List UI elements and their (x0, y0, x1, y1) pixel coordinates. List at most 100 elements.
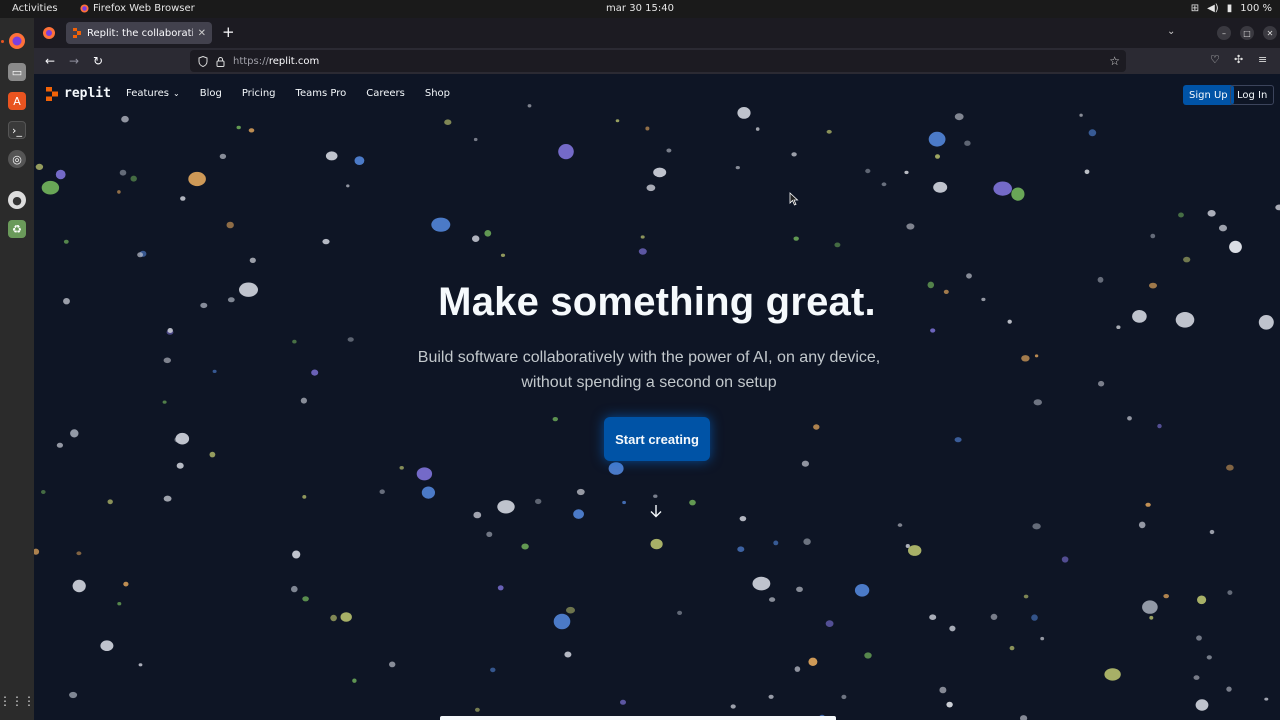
tab-replit[interactable]: Replit: the collaborative ✕ (66, 22, 212, 44)
show-apps-icon[interactable]: ⋮⋮⋮ (0, 692, 35, 710)
sign-up-button[interactable]: Sign Up (1183, 85, 1234, 105)
particle (949, 625, 956, 632)
particle (566, 606, 575, 614)
particle (1023, 594, 1029, 599)
particle (791, 152, 797, 157)
particle (558, 144, 574, 160)
particle (813, 424, 820, 430)
arrow-down-icon[interactable] (648, 503, 664, 519)
hamburger-icon[interactable]: ≡ (1258, 53, 1267, 66)
particle (1183, 256, 1191, 263)
particle (1157, 423, 1162, 429)
pocket-icon[interactable]: ♡ (1210, 53, 1220, 66)
particle (347, 337, 354, 342)
particle (70, 429, 79, 438)
disc-icon[interactable]: ● (8, 191, 26, 209)
particle (490, 667, 496, 673)
close-window-button[interactable]: ✕ (1263, 26, 1277, 40)
extensions-icon[interactable]: ✣ (1234, 53, 1243, 66)
particle (55, 169, 66, 180)
url-bar[interactable]: https://replit.com ☆ (190, 50, 1126, 72)
particle (188, 171, 206, 187)
particle (473, 137, 478, 142)
particle (620, 699, 626, 705)
maximize-button[interactable]: □ (1240, 26, 1254, 40)
particle (1021, 355, 1030, 362)
nav-pricing[interactable]: Pricing (242, 88, 276, 99)
particle (1098, 380, 1105, 387)
particle (1219, 224, 1227, 232)
particle (737, 546, 745, 552)
particle (1150, 233, 1156, 239)
software-center-icon[interactable]: A (8, 92, 26, 110)
chevron-down-icon[interactable]: ⌄ (1167, 26, 1175, 37)
particle (69, 691, 78, 699)
particle (1209, 529, 1215, 535)
particle (1163, 594, 1169, 599)
system-tray[interactable]: ⊞ ◀) ▮ 100 % (1191, 3, 1272, 14)
close-icon[interactable]: ✕ (198, 28, 206, 39)
particle (497, 500, 515, 514)
tab-bar: Replit: the collaborative ✕ + ⌄ – □ ✕ (34, 18, 1280, 48)
terminal-icon[interactable]: ›_ (8, 121, 26, 139)
replit-logo[interactable]: replit (46, 86, 111, 101)
particle (121, 115, 129, 123)
particle (1034, 354, 1039, 358)
files-icon[interactable]: ▭ (8, 63, 26, 81)
particle (904, 170, 909, 175)
particle (689, 499, 696, 506)
dock-firefox[interactable] (8, 32, 26, 50)
settings-icon[interactable]: ◎ (8, 150, 26, 168)
minimize-button[interactable]: – (1217, 26, 1231, 40)
trash-icon[interactable]: ♻ (8, 220, 26, 238)
particle (1088, 129, 1097, 137)
particle (41, 490, 46, 494)
particle (552, 417, 558, 422)
activities-button[interactable]: Activities (12, 3, 58, 14)
particle (564, 651, 572, 658)
particle (1084, 169, 1090, 175)
lock-icon[interactable] (216, 56, 225, 67)
particle (1033, 399, 1042, 406)
firefox-view-icon[interactable] (42, 26, 56, 40)
particle (1145, 502, 1151, 507)
primary-nav: Features ⌄ Blog Pricing Teams Pro Careers… (126, 88, 470, 99)
particle (76, 551, 82, 556)
particle (175, 432, 190, 445)
start-creating-button[interactable]: Start creating (604, 417, 710, 461)
nav-features[interactable]: Features ⌄ (126, 88, 180, 99)
particle (964, 140, 971, 146)
nav-teams-pro[interactable]: Teams Pro (296, 88, 347, 99)
app-menu[interactable]: Firefox Web Browser (80, 3, 195, 14)
particle (330, 614, 337, 622)
particle (209, 451, 216, 458)
nav-blog[interactable]: Blog (200, 88, 222, 99)
particle (794, 666, 801, 672)
particle (354, 156, 365, 165)
shield-icon[interactable] (198, 55, 208, 67)
particle (521, 543, 529, 550)
reload-icon[interactable]: ↻ (90, 53, 106, 69)
particle (622, 500, 626, 505)
particle (646, 184, 656, 192)
back-arrow-icon[interactable]: ← (42, 53, 58, 69)
particle (130, 175, 137, 182)
new-tab-button[interactable]: + (222, 23, 235, 41)
particle (1227, 590, 1233, 595)
system-top-bar: Activities Firefox Web Browser mar 30 15… (0, 0, 1280, 18)
log-in-button[interactable]: Log In (1230, 85, 1275, 105)
particle (219, 153, 227, 159)
particle (1206, 655, 1212, 660)
particle (608, 462, 624, 475)
particle (300, 397, 307, 404)
particle (1193, 675, 1200, 680)
particle (535, 498, 542, 505)
particle (793, 236, 799, 241)
particle (881, 182, 887, 187)
star-icon[interactable]: ☆ (1109, 54, 1120, 68)
particle (497, 585, 504, 591)
particle (291, 585, 298, 593)
nav-shop[interactable]: Shop (425, 88, 450, 99)
nav-careers[interactable]: Careers (366, 88, 405, 99)
forward-arrow-icon[interactable]: → (66, 53, 82, 69)
